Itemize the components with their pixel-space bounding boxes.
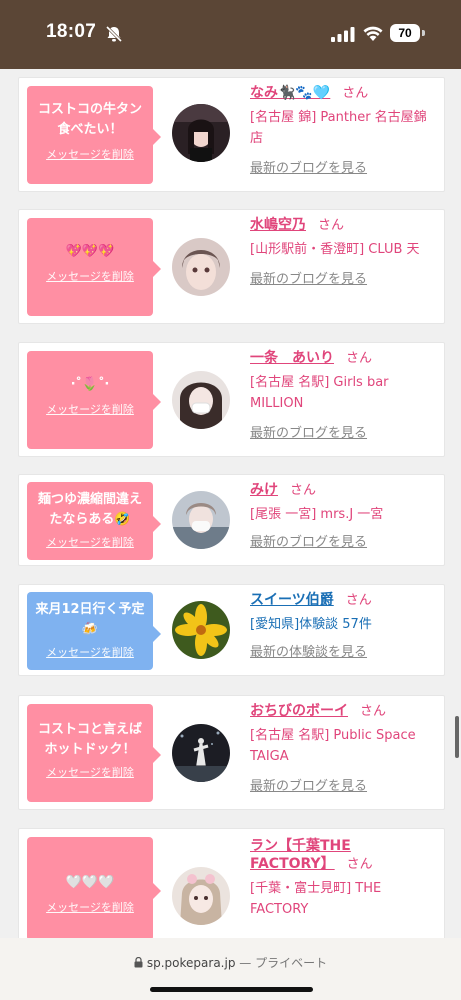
avatar-ran-image bbox=[172, 867, 230, 925]
avatar[interactable] bbox=[172, 491, 230, 549]
cast-name-link[interactable]: なみ🐈‍⬛🐾🩵 bbox=[250, 85, 330, 101]
status-bar: 18:07 70 bbox=[0, 0, 461, 69]
latest-review-link[interactable]: 最新の体験談を見る bbox=[250, 641, 438, 660]
avatar-sweets-image bbox=[172, 601, 230, 659]
cast-info: スイーツ伯爵 さん [愛知県]体験談 57件 最新の体験談を見る bbox=[250, 591, 438, 660]
honorific: さん bbox=[290, 483, 317, 498]
home-indicator[interactable] bbox=[150, 987, 313, 992]
shop-info[interactable]: [千葉・富士見町] THE FACTORY bbox=[250, 878, 438, 920]
avatar[interactable] bbox=[172, 867, 230, 925]
delete-message-link[interactable]: メッセージを削除 bbox=[27, 534, 153, 550]
cast-info: おちびのボーイ さん [名古屋 名駅] Public Space TAIGA 最新… bbox=[250, 702, 438, 794]
latest-blog-link[interactable]: 最新のブログを見る bbox=[250, 531, 438, 550]
message-text: 🤍🤍🤍 bbox=[65, 875, 115, 890]
honorific: さん bbox=[345, 593, 372, 608]
delete-message-link[interactable]: メッセージを削除 bbox=[27, 644, 153, 660]
message-bubble: ‧˚🌷˚‧ メッセージを削除 bbox=[27, 351, 161, 449]
message-bubble: 🤍🤍🤍 メッセージを削除 bbox=[27, 837, 161, 941]
message-bubble: コストコの牛タン 食べたい！ メッセージを削除 bbox=[27, 86, 161, 184]
message-text: ‧˚🌷˚‧ bbox=[70, 377, 110, 392]
cast-info: なみ🐈‍⬛🐾🩵 さん [名古屋 錦] Panther 名古屋錦店 最新のブログを見… bbox=[250, 84, 438, 176]
avatar-mizushima-image bbox=[172, 238, 230, 296]
latest-blog-link[interactable]: 最新のブログを見る bbox=[250, 775, 438, 794]
scrollbar-thumb[interactable] bbox=[455, 716, 459, 758]
cast-name-link[interactable]: おちびのボーイ bbox=[250, 703, 348, 719]
url-display[interactable]: sp.pokepara.jp — プライベート bbox=[0, 954, 461, 971]
avatar-nami-image bbox=[172, 104, 230, 162]
list-item: 来月12日行く予定 🍻 メッセージを削除 スイーツ伯爵 さん [愛知県]体験談 5… bbox=[18, 584, 445, 676]
message-text: コストコの牛タン 食べたい！ bbox=[37, 102, 142, 137]
delete-message-link[interactable]: メッセージを削除 bbox=[27, 899, 153, 915]
avatar-ochibi-image bbox=[172, 724, 230, 782]
avatar-ichijo-image bbox=[172, 371, 230, 429]
battery-cap bbox=[422, 30, 425, 36]
honorific: さん bbox=[318, 218, 345, 233]
list-item: 💖💖💖 メッセージを削除 水嶋空乃 さん [山形駅前・香澄町] CLUB 天 最新… bbox=[18, 209, 445, 324]
list-item: ‧˚🌷˚‧ メッセージを削除 一条 あいり さん [名古屋 名駅] Girls b… bbox=[18, 342, 445, 457]
honorific: さん bbox=[342, 86, 369, 101]
cast-name-link[interactable]: 水嶋空乃 bbox=[250, 217, 306, 233]
reviewer-name-link[interactable]: スイーツ伯爵 bbox=[250, 592, 334, 608]
review-count[interactable]: [愛知県]体験談 57件 bbox=[250, 614, 438, 635]
avatar[interactable] bbox=[172, 238, 230, 296]
latest-blog-link[interactable]: 最新のブログを見る bbox=[250, 157, 438, 176]
cast-info: みけ さん [尾張 一宮] mrs.J 一宮 最新のブログを見る bbox=[250, 481, 438, 550]
shop-info[interactable]: [名古屋 名駅] Public Space TAIGA bbox=[250, 725, 438, 767]
message-text: コストコと言えば ホットドック！ bbox=[37, 722, 142, 757]
message-bubble: 💖💖💖 メッセージを削除 bbox=[27, 218, 161, 316]
signal-icon bbox=[331, 27, 355, 42]
cast-name-link[interactable]: 一条 あいり bbox=[250, 350, 334, 366]
delete-message-link[interactable]: メッセージを削除 bbox=[27, 146, 153, 162]
status-time: 18:07 bbox=[46, 21, 97, 42]
bell-off-icon bbox=[105, 25, 123, 43]
shop-info[interactable]: [名古屋 錦] Panther 名古屋錦店 bbox=[250, 107, 438, 149]
lock-icon bbox=[134, 956, 143, 968]
cast-info: 水嶋空乃 さん [山形駅前・香澄町] CLUB 天 最新のブログを見る bbox=[250, 216, 438, 287]
battery-indicator: 70 bbox=[390, 24, 420, 42]
shop-info[interactable]: [尾張 一宮] mrs.J 一宮 bbox=[250, 504, 438, 525]
delete-message-link[interactable]: メッセージを削除 bbox=[27, 268, 153, 284]
avatar[interactable] bbox=[172, 601, 230, 659]
cast-info: ラン【千葉THE FACTORY】 さん [千葉・富士見町] THE FACTOR… bbox=[250, 837, 438, 920]
honorific: さん bbox=[346, 857, 373, 872]
list-item: コストコと言えば ホットドック！ メッセージを削除 おちびのボーイ さん [名古屋… bbox=[18, 695, 445, 810]
shop-info[interactable]: [山形駅前・香澄町] CLUB 天 bbox=[250, 239, 438, 260]
avatar[interactable] bbox=[172, 371, 230, 429]
avatar[interactable] bbox=[172, 104, 230, 162]
url-domain: sp.pokepara.jp bbox=[146, 956, 236, 970]
cast-name-link[interactable]: みけ bbox=[250, 482, 278, 498]
honorific: さん bbox=[360, 704, 387, 719]
list-item: 🤍🤍🤍 メッセージを削除 ラン【千葉THE FACTORY】 さん [千葉・富士見… bbox=[18, 828, 445, 950]
private-mode-label: プライベート bbox=[255, 956, 328, 970]
shop-info[interactable]: [名古屋 名駅] Girls bar MILLION bbox=[250, 372, 438, 414]
message-bubble: 来月12日行く予定 🍻 メッセージを削除 bbox=[27, 592, 161, 670]
latest-blog-link[interactable]: 最新のブログを見る bbox=[250, 422, 438, 441]
wifi-icon bbox=[363, 26, 383, 41]
message-text: 来月12日行く予定 🍻 bbox=[35, 602, 145, 637]
message-bubble: コストコと言えば ホットドック！ メッセージを削除 bbox=[27, 704, 161, 802]
list-item: 麺つゆ濃縮間違え たならある🤣 メッセージを削除 みけ さん [尾張 一宮] mr… bbox=[18, 474, 445, 566]
delete-message-link[interactable]: メッセージを削除 bbox=[27, 401, 153, 417]
list-item: コストコの牛タン 食べたい！ メッセージを削除 なみ🐈‍⬛🐾🩵 さん [名古屋 錦… bbox=[18, 77, 445, 192]
honorific: さん bbox=[346, 351, 373, 366]
cast-info: 一条 あいり さん [名古屋 名駅] Girls bar MILLION 最新のブ… bbox=[250, 349, 438, 441]
latest-blog-link[interactable]: 最新のブログを見る bbox=[250, 268, 438, 287]
url-separator: — bbox=[235, 956, 256, 970]
delete-message-link[interactable]: メッセージを削除 bbox=[27, 764, 153, 780]
avatar-mike-image bbox=[172, 491, 230, 549]
cast-name-link[interactable]: ラン【千葉THE FACTORY】 bbox=[250, 838, 351, 872]
avatar[interactable] bbox=[172, 724, 230, 782]
message-bubble: 麺つゆ濃縮間違え たならある🤣 メッセージを削除 bbox=[27, 482, 161, 560]
message-text: 💖💖💖 bbox=[65, 244, 115, 259]
message-text: 麺つゆ濃縮間違え たならある🤣 bbox=[37, 492, 142, 527]
